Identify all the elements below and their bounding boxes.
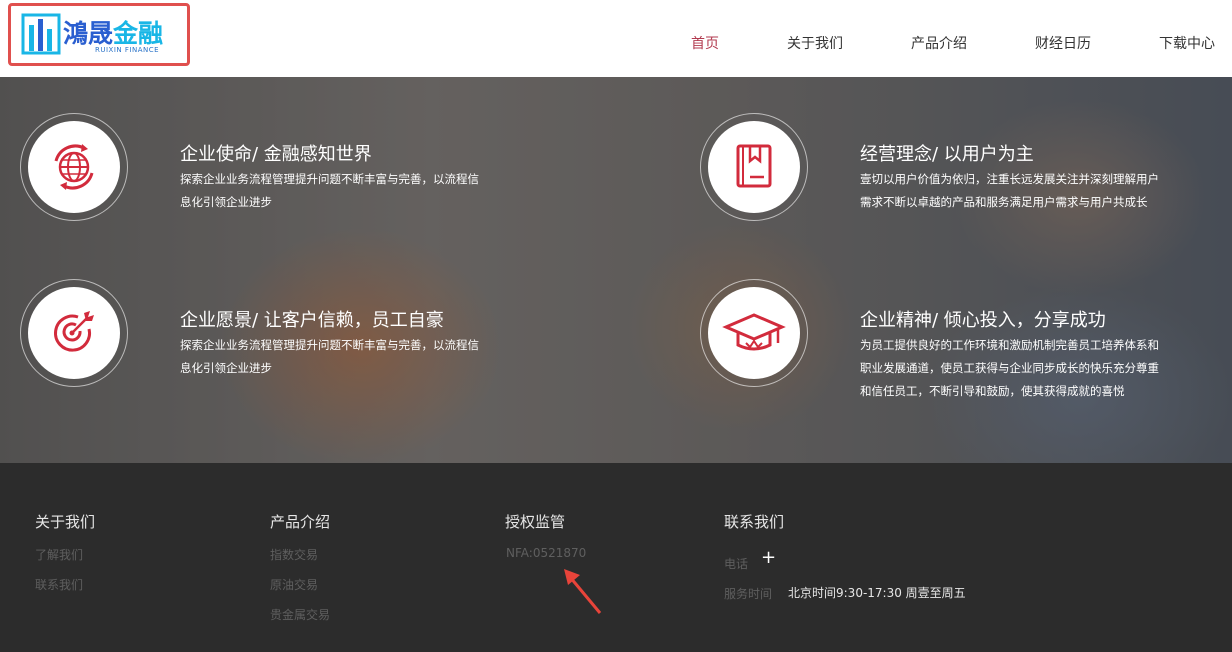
annotation-arrow-icon xyxy=(564,569,602,614)
site-footer: 关于我们 了解我们 联系我们 产品介绍 指数交易 原油交易 贵金属交易 授权监管… xyxy=(0,463,1232,652)
feature-desc-line: 息化引领企业进步 xyxy=(180,195,272,209)
feature-title-mission: 企业使命/ 金融感知世界 xyxy=(180,144,372,165)
feature-desc-line: 探索企业业务流程管理提升问题不断丰富与完善，以流程信 xyxy=(180,338,479,352)
footer-heading-license: 授权监管 xyxy=(505,513,566,531)
logo-text-primary: 鴻晟 xyxy=(63,19,114,48)
logo-mark-icon xyxy=(21,13,61,55)
logo[interactable]: 鴻晟金融 RUIXIN FINANCE xyxy=(8,3,190,66)
footer-link-index-trading[interactable]: 指数交易 xyxy=(270,546,318,563)
feature-desc-line: 为员工提供良好的工作环境和激励机制完善员工培养体系和 xyxy=(860,338,1159,352)
graduation-cap-icon xyxy=(722,313,786,351)
footer-heading-products: 产品介绍 xyxy=(270,513,331,531)
footer-link-learn-about[interactable]: 了解我们 xyxy=(35,546,83,563)
feature-title-vision: 企业愿景/ 让客户信赖，员工自豪 xyxy=(180,310,444,331)
nfa-number: NFA:0521870 xyxy=(506,546,587,560)
phone-value: + xyxy=(761,547,777,568)
nav-item-downloads[interactable]: 下载中心 xyxy=(1159,33,1215,53)
feature-desc-line: 壹切以用户价值为依归，注重长远发展关注并深刻理解用户 xyxy=(860,172,1159,186)
feature-icon-circle xyxy=(20,279,128,387)
feature-desc-line: 和信任员工，不断引导和鼓励，使其获得成就的喜悦 xyxy=(860,384,1125,398)
logo-subtitle: RUIXIN FINANCE xyxy=(95,46,160,54)
phone-label: 电话 xyxy=(724,557,749,571)
book-icon xyxy=(736,144,772,188)
feature-desc-line: 职业发展通道，使员工获得与企业同步成长的快乐充分尊重 xyxy=(860,361,1159,375)
feature-desc-line: 息化引领企业进步 xyxy=(180,361,272,375)
feature-title-spirit: 企业精神/ 倾心投入，分享成功 xyxy=(860,310,1106,331)
footer-heading-about: 关于我们 xyxy=(35,513,96,531)
feature-title-philosophy: 经营理念/ 以用户为主 xyxy=(860,144,1034,165)
feature-desc-vision: 探索企业业务流程管理提升问题不断丰富与完善，以流程信 息化引领企业进步 xyxy=(180,334,479,380)
feature-desc-philosophy: 壹切以用户价值为依归，注重长远发展关注并深刻理解用户 需求不断以卓越的产品和服务… xyxy=(860,168,1159,214)
footer-link-metals-trading[interactable]: 贵金属交易 xyxy=(270,606,330,623)
feature-desc-line: 探索企业业务流程管理提升问题不断丰富与完善，以流程信 xyxy=(180,172,479,186)
target-icon xyxy=(54,311,94,352)
nav-item-calendar[interactable]: 财经日历 xyxy=(1035,33,1091,53)
feature-icon-circle xyxy=(700,279,808,387)
service-hours-value: 北京时间9:30-17:30 周壹至周五 xyxy=(788,586,966,600)
feature-desc-mission: 探索企业业务流程管理提升问题不断丰富与完善，以流程信 息化引领企业进步 xyxy=(180,168,479,214)
footer-link-oil-trading[interactable]: 原油交易 xyxy=(270,576,318,593)
service-hours-label: 服务时间 xyxy=(724,587,773,601)
feature-icon-circle xyxy=(20,113,128,221)
footer-link-contact[interactable]: 联系我们 xyxy=(35,576,83,593)
site-header: 鴻晟金融 RUIXIN FINANCE 首页 关于我们 产品介绍 财经日历 下载… xyxy=(0,0,1232,77)
hero-section: 企业使命/ 金融感知世界 探索企业业务流程管理提升问题不断丰富与完善，以流程信 … xyxy=(0,77,1232,463)
logo-text: 鴻晟金融 xyxy=(63,14,163,50)
hero-overlay xyxy=(0,77,1232,463)
feature-desc-line: 需求不断以卓越的产品和服务满足用户需求与用户共成长 xyxy=(860,195,1148,209)
logo-text-secondary: 金融 xyxy=(113,19,164,48)
nav-item-products[interactable]: 产品介绍 xyxy=(911,33,967,53)
feature-icon-circle xyxy=(700,113,808,221)
globe-icon xyxy=(54,144,94,190)
feature-desc-spirit: 为员工提供良好的工作环境和激励机制完善员工培养体系和 职业发展通道，使员工获得与… xyxy=(860,334,1159,403)
nav-item-home[interactable]: 首页 xyxy=(691,33,719,53)
nav-item-about[interactable]: 关于我们 xyxy=(787,33,843,53)
footer-heading-contact: 联系我们 xyxy=(724,513,785,531)
